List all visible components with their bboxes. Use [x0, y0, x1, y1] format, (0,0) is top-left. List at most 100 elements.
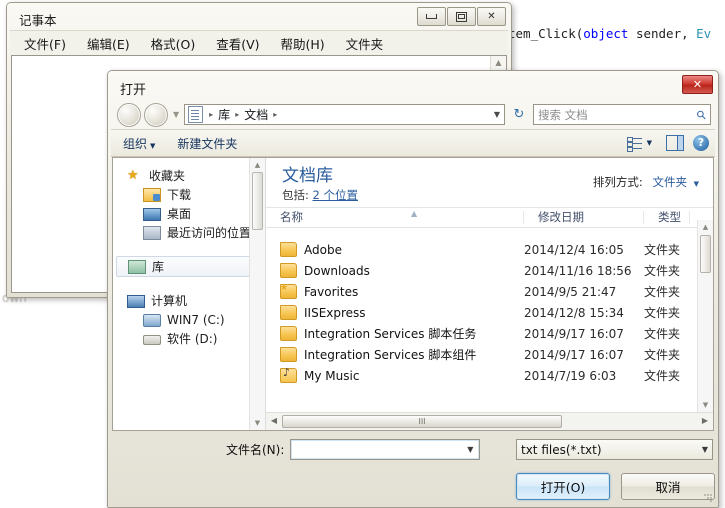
recent-places-icon	[143, 226, 161, 240]
nav-item-win7-c[interactable]: WIN7 (C:)	[113, 310, 265, 329]
arrange-by-control[interactable]: 排列方式: 文件夹 ▼	[593, 174, 699, 190]
forward-button[interactable]	[144, 102, 168, 127]
file-type-filter-dropdown[interactable]: txt files(*.txt) ▼	[516, 439, 713, 460]
music-folder-icon	[280, 366, 297, 383]
column-header-type[interactable]: 类型	[644, 208, 690, 227]
view-chevron-down-icon[interactable]: ▼	[647, 139, 652, 147]
nav-item-recent-places[interactable]: 最近访问的位置	[113, 223, 265, 242]
folder-icon	[280, 347, 297, 362]
column-header-modified[interactable]: 修改日期	[524, 208, 644, 227]
nav-item-software-d[interactable]: 软件 (D:)	[113, 329, 265, 348]
folder-icon	[280, 305, 297, 320]
table-row[interactable]: Favorites 2014/9/5 21:47 文件夹	[266, 281, 698, 302]
nav-item-libraries[interactable]: 库	[116, 256, 262, 277]
arrange-label: 排列方式:	[592, 175, 643, 189]
breadcrumb[interactable]: ▸ 库 ▸ 文档 ▸ ▼	[184, 104, 505, 125]
folder-icon	[280, 326, 297, 341]
open-button[interactable]: 打开(O)	[516, 473, 610, 500]
scroll-down-arrow[interactable]: ▼	[698, 398, 713, 413]
chevron-down-icon: ▼	[150, 141, 156, 150]
dialog-title: 打开	[120, 83, 147, 98]
filename-label: 文件名(N):	[226, 443, 285, 457]
navigation-pane-scrollbar[interactable]: ▲ ▼	[249, 158, 265, 430]
nav-item-favorites[interactable]: ★ 收藏夹	[113, 166, 265, 185]
minimize-button[interactable]	[417, 7, 446, 26]
downloads-icon	[143, 188, 161, 202]
breadcrumb-item-documents[interactable]: 文档	[244, 106, 268, 123]
nav-item-downloads[interactable]: 下载	[113, 185, 265, 204]
table-row[interactable]: Integration Services 脚本任务 2014/9/17 16:0…	[266, 323, 698, 344]
scroll-thumb[interactable]: III	[282, 415, 562, 428]
new-folder-button[interactable]: 新建文件夹	[177, 135, 237, 152]
dialog-close-button[interactable]: ✕	[682, 75, 713, 94]
menu-item-help[interactable]: 帮助(H)	[281, 34, 325, 53]
file-name: Integration Services 脚本组件	[304, 348, 477, 362]
chevron-down-icon[interactable]: ▼	[463, 445, 477, 454]
filename-input[interactable]: ▼	[290, 439, 481, 460]
folder-icon	[280, 242, 297, 257]
favorites-folder-icon	[280, 283, 297, 299]
breadcrumb-item-library[interactable]: 库	[218, 106, 230, 123]
search-placeholder: 搜索 文档	[538, 107, 588, 122]
preview-pane-icon[interactable]	[666, 135, 684, 151]
help-icon[interactable]: ?	[693, 135, 709, 151]
column-header-name[interactable]: 名称	[266, 208, 524, 227]
file-type: 文件夹	[644, 348, 681, 362]
nav-item-desktop[interactable]: 桌面	[113, 204, 265, 223]
notepad-titlebar[interactable]: 记事本 ✕	[10, 6, 508, 30]
scroll-up-arrow[interactable]: ▲	[250, 158, 265, 172]
refresh-icon[interactable]: ↻	[508, 104, 530, 125]
file-list-horizontal-scrollbar[interactable]: ◀ III ▶	[266, 412, 713, 430]
resize-grip[interactable]	[702, 492, 712, 502]
notepad-title: 记事本	[19, 13, 57, 28]
file-type: 文件夹	[644, 369, 681, 383]
maximize-button[interactable]	[447, 7, 476, 26]
menu-item-format[interactable]: 格式(O)	[151, 34, 196, 53]
table-row[interactable]: My Music 2014/7/19 6:03 文件夹	[266, 365, 698, 386]
chevron-down-icon[interactable]: ▼	[494, 110, 500, 119]
nav-label: 桌面	[167, 207, 192, 221]
close-button[interactable]: ✕	[477, 7, 506, 26]
library-locations-link[interactable]: 2 个位置	[313, 188, 358, 202]
dialog-footer: 文件名(N): ▼ txt files(*.txt) ▼ 打开(O) 取消	[112, 433, 715, 503]
hard-drive-icon	[143, 313, 161, 327]
folder-icon	[280, 263, 297, 278]
organize-button[interactable]: 组织 ▼	[123, 135, 155, 152]
file-list-pane: 文档库 包括: 2 个位置 排列方式: 文件夹 ▼ 名称 修改日期 类型 ▲ A…	[266, 158, 713, 430]
nav-item-computer[interactable]: 计算机	[113, 291, 265, 310]
library-header: 文档库 包括: 2 个位置 排列方式: 文件夹 ▼	[266, 158, 713, 207]
dialog-titlebar[interactable]: 打开 ✕	[111, 74, 715, 100]
table-row[interactable]: Downloads 2014/11/16 18:56 文件夹	[266, 260, 698, 281]
drive-icon	[143, 335, 161, 345]
maximize-icon	[448, 8, 475, 25]
scroll-down-arrow[interactable]: ▼	[250, 416, 265, 430]
back-button[interactable]	[117, 102, 141, 127]
chevron-down-icon: ▼	[701, 445, 708, 454]
menu-item-file[interactable]: 文件(F)	[24, 34, 66, 53]
file-modified: 2014/9/17 16:07	[524, 326, 624, 341]
nav-label: 最近访问的位置	[167, 226, 252, 240]
scroll-up-arrow[interactable]: ▲	[698, 220, 713, 235]
scroll-thumb[interactable]	[252, 172, 263, 230]
menu-item-edit[interactable]: 编辑(E)	[87, 34, 130, 53]
scroll-left-arrow[interactable]: ◀	[266, 413, 282, 430]
cancel-button[interactable]: 取消	[621, 473, 715, 500]
file-name: My Music	[304, 368, 360, 383]
table-row[interactable]: IISExpress 2014/12/8 15:34 文件夹	[266, 302, 698, 323]
view-list-icon[interactable]	[626, 136, 642, 152]
dialog-frame: 打开 ✕ ▼ ▸ 库 ▸ 文档 ▸ ▼ ↻ 搜索 文档 ⚲ 组织 ▼ 新建文件夹…	[108, 71, 718, 507]
menu-item-view[interactable]: 查看(V)	[216, 34, 259, 53]
minimize-icon	[418, 8, 445, 25]
search-input[interactable]: 搜索 文档 ⚲	[533, 104, 711, 125]
library-subtitle-prefix: 包括:	[282, 188, 309, 202]
menu-item-folder[interactable]: 文件夹	[346, 34, 384, 53]
filter-value: txt files(*.txt)	[521, 442, 602, 457]
scroll-right-arrow[interactable]: ▶	[697, 413, 713, 430]
table-row[interactable]: Integration Services 脚本组件 2014/9/17 16:0…	[266, 344, 698, 365]
code-line: tem_Click(object sender, Ev	[508, 26, 711, 41]
scroll-thumb[interactable]	[700, 235, 711, 273]
history-dropdown-icon[interactable]: ▼	[173, 110, 179, 119]
scroll-up-arrow[interactable]: ▲	[493, 57, 504, 68]
file-list-vertical-scrollbar[interactable]: ▲ ▼	[697, 220, 713, 413]
table-row[interactable]: Adobe 2014/12/4 16:05 文件夹	[266, 239, 698, 260]
